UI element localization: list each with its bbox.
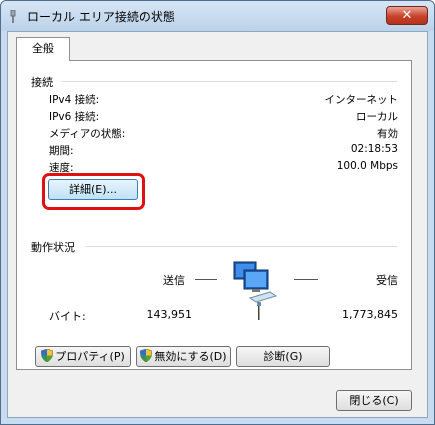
close-button[interactable]: 閉じる(C) xyxy=(336,390,412,411)
dialog-window: ローカル エリア接続の状態 ✕ 全般 接続 IPv4 接続: インターネット I… xyxy=(0,0,435,425)
uac-shield-icon xyxy=(140,349,153,362)
uac-shield-icon xyxy=(41,349,54,362)
ipv4-value: インターネット xyxy=(324,94,399,106)
window-title: ローカル エリア接続の状態 xyxy=(27,10,175,24)
ipv6-label: IPv6 接続: xyxy=(49,111,100,123)
received-label: 受信 xyxy=(376,274,398,287)
tab-panel-general: 接続 IPv4 接続: インターネット IPv6 接続: ローカル メディアの状… xyxy=(16,60,412,370)
duration-value: 02:18:53 xyxy=(350,143,398,155)
bytes-sent-value: 143,951 xyxy=(146,308,193,321)
properties-button[interactable]: プロパティ(P) xyxy=(35,346,131,367)
disable-button-label: 無効にする(D) xyxy=(154,350,227,363)
duration-label: 期間: xyxy=(49,145,74,157)
media-state-value: 有効 xyxy=(377,128,398,140)
close-icon: ✕ xyxy=(401,8,413,23)
properties-button-label: プロパティ(P) xyxy=(55,350,125,363)
connection-group-divider xyxy=(61,81,397,82)
sent-label: 送信 xyxy=(163,274,185,287)
activity-group-divider xyxy=(85,246,397,247)
ipv6-value: ローカル xyxy=(356,111,398,123)
connection-group-title: 接続 xyxy=(31,76,53,89)
sent-connector-line xyxy=(195,279,217,280)
dialog-client-area: 全般 接続 IPv4 接続: インターネット IPv6 接続: ローカル メディ… xyxy=(7,31,428,418)
network-computers-icon xyxy=(233,261,278,320)
bytes-label: バイト: xyxy=(49,310,86,323)
title-bar[interactable]: ローカル エリア接続の状態 ✕ xyxy=(1,1,434,31)
disable-button[interactable]: 無効にする(D) xyxy=(136,346,231,367)
received-connector-line xyxy=(294,279,318,280)
activity-group-title: 動作状況 xyxy=(31,241,75,254)
window-close-button[interactable]: ✕ xyxy=(386,6,428,25)
diagnose-button[interactable]: 診断(G) xyxy=(236,346,330,367)
ipv4-label: IPv4 接続: xyxy=(49,94,100,106)
media-state-label: メディアの状態: xyxy=(49,128,126,140)
bytes-received-value: 1,773,845 xyxy=(342,308,398,321)
details-highlight-box xyxy=(42,173,145,210)
speed-value: 100.0 Mbps xyxy=(336,160,398,172)
network-plug-icon xyxy=(10,10,16,23)
tab-general[interactable]: 全般 xyxy=(16,37,70,61)
